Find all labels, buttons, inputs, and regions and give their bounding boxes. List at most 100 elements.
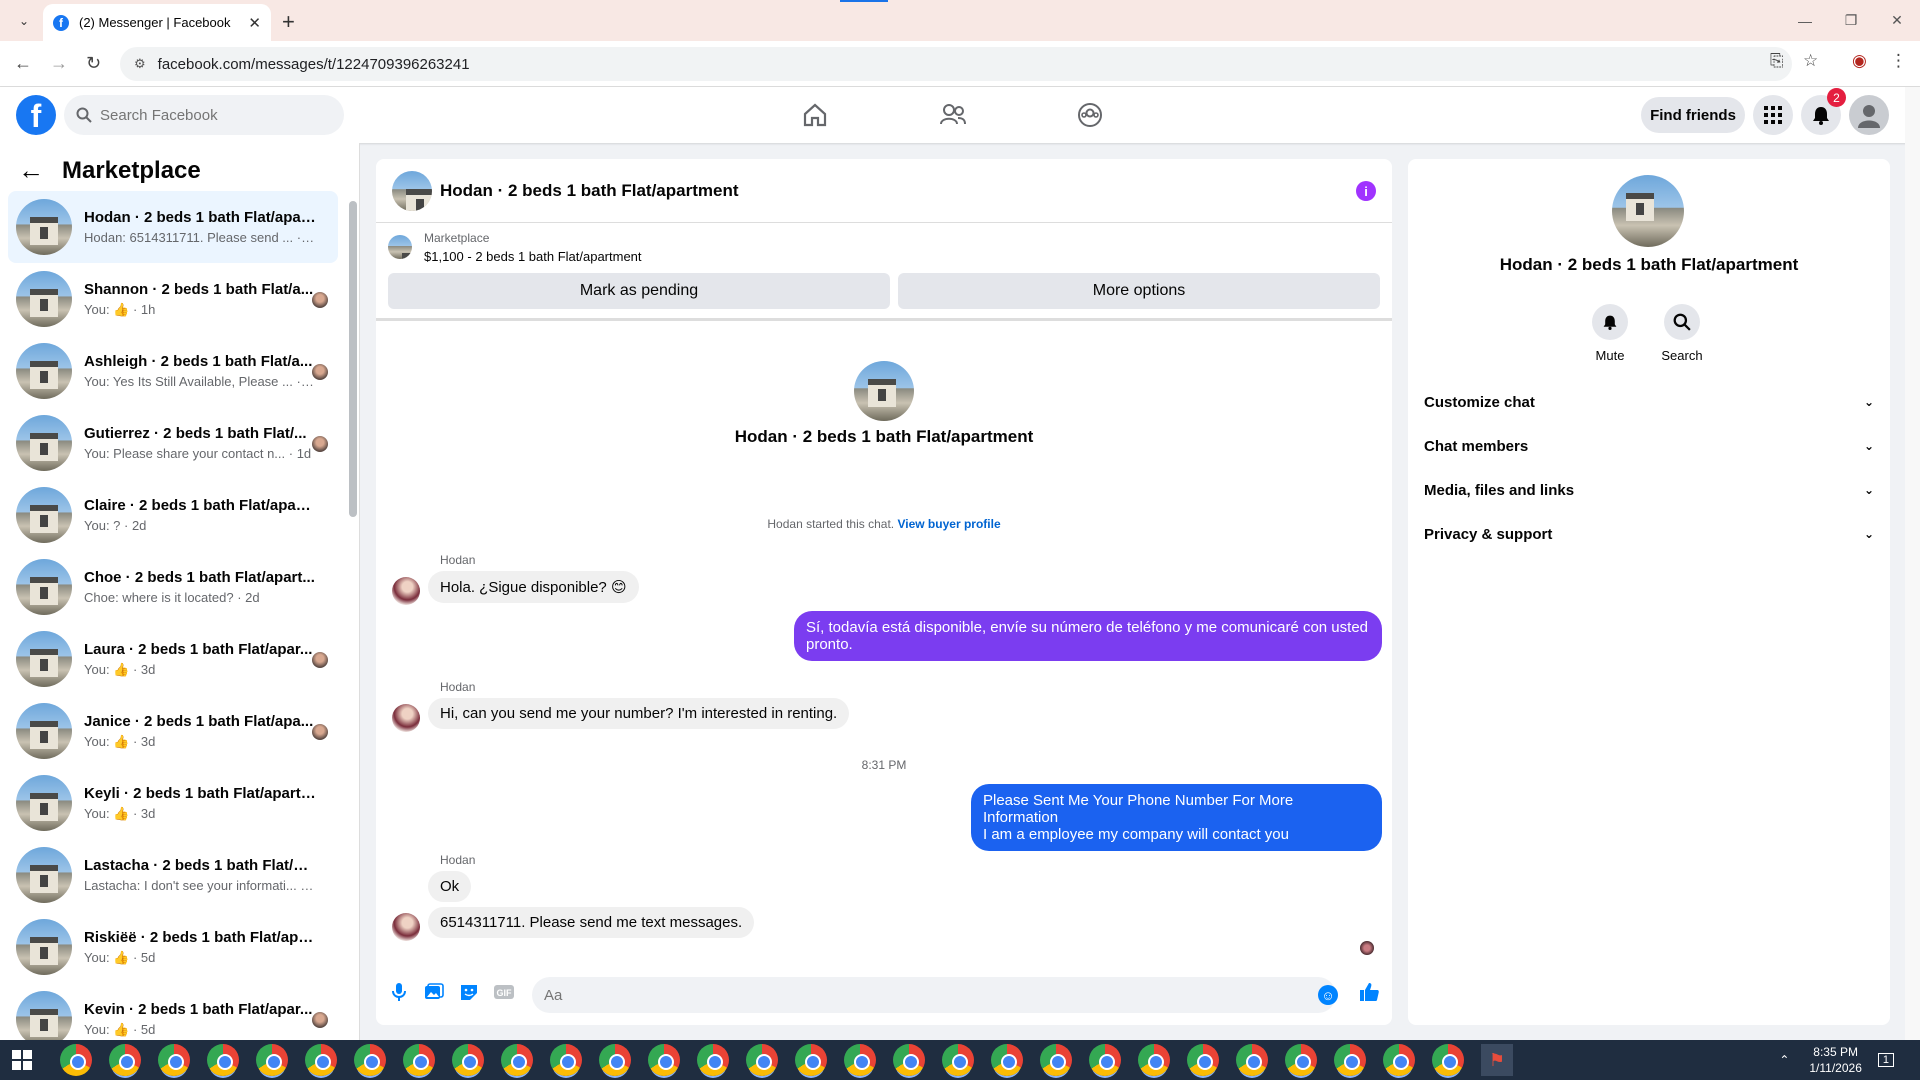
sticker-icon[interactable] <box>458 981 480 1003</box>
chat-list-item[interactable]: Riskiëë · 2 beds 1 bath Flat/apart... You… <box>8 911 338 983</box>
tab-search-chevron-icon[interactable]: ⌄ <box>12 10 36 32</box>
mute-action[interactable]: Mute <box>1580 304 1640 363</box>
chat-members-section[interactable]: Chat members ⌄ <box>1424 424 1874 468</box>
chrome-taskbar-icon[interactable] <box>1432 1044 1464 1076</box>
chrome-taskbar-icon[interactable] <box>844 1044 876 1076</box>
chat-list-item[interactable]: Keyli · 2 beds 1 bath Flat/apartm... You:… <box>8 767 338 839</box>
url-bar[interactable]: ⚙ facebook.com/messages/t/12247093962632… <box>120 47 1792 81</box>
emoji-icon[interactable]: ☺ <box>1318 985 1338 1005</box>
home-icon[interactable] <box>799 99 831 131</box>
tray-chevron-icon[interactable]: ⌃ <box>1779 1053 1789 1067</box>
info-icon[interactable]: i <box>1356 181 1376 201</box>
reload-icon[interactable]: ↻ <box>86 53 101 74</box>
groups-icon[interactable] <box>1074 99 1106 131</box>
mark-as-pending-button[interactable]: Mark as pending <box>388 273 890 309</box>
chrome-taskbar-icon[interactable] <box>942 1044 974 1076</box>
chrome-taskbar-icon[interactable] <box>256 1044 288 1076</box>
site-settings-icon[interactable]: ⚙ <box>134 56 146 72</box>
chat-list-item[interactable]: Lastacha · 2 beds 1 bath Flat/apa... Last… <box>8 839 338 911</box>
chrome-taskbar-icon[interactable] <box>501 1044 533 1076</box>
bookmark-star-icon[interactable]: ☆ <box>1803 51 1818 71</box>
account-avatar-icon[interactable] <box>1849 95 1889 135</box>
windows-start-icon[interactable] <box>12 1050 32 1070</box>
facebook-search-input[interactable] <box>100 106 320 124</box>
chrome-taskbar-icon[interactable] <box>305 1044 337 1076</box>
chrome-taskbar-icon[interactable] <box>746 1044 778 1076</box>
chrome-taskbar-icon[interactable] <box>1089 1044 1121 1076</box>
chat-list-item[interactable]: Choe · 2 beds 1 bath Flat/apart... Choe: … <box>8 551 338 623</box>
page-scrollbar[interactable] <box>1905 87 1920 1040</box>
restore-icon[interactable]: ❐ <box>1828 0 1874 41</box>
microphone-icon[interactable] <box>388 981 410 1003</box>
incoming-message[interactable]: Hi, can you send me your number? I'm int… <box>428 698 850 729</box>
more-options-button[interactable]: More options <box>898 273 1380 309</box>
chrome-taskbar-icon[interactable] <box>60 1044 92 1076</box>
sender-avatar[interactable] <box>392 577 420 605</box>
chrome-taskbar-icon[interactable] <box>1236 1044 1268 1076</box>
info-avatar[interactable] <box>1612 175 1684 247</box>
chat-list-item[interactable]: Janice · 2 beds 1 bath Flat/apa... You: 👍… <box>8 695 338 767</box>
chrome-taskbar-icon[interactable] <box>648 1044 680 1076</box>
back-icon[interactable]: ← <box>14 53 32 74</box>
customize-chat-section[interactable]: Customize chat ⌄ <box>1424 380 1874 424</box>
gif-icon[interactable]: GIF <box>493 981 515 1003</box>
message-input[interactable] <box>532 977 1336 1013</box>
photo-icon[interactable] <box>423 981 445 1003</box>
back-arrow-icon[interactable]: ← <box>18 155 44 186</box>
chat-list-item[interactable]: Shannon · 2 beds 1 bath Flat/a... You: 👍 … <box>8 263 338 335</box>
chrome-taskbar-icon[interactable] <box>452 1044 484 1076</box>
tab-close-icon[interactable]: ✕ <box>248 14 261 32</box>
friends-icon[interactable] <box>937 99 969 131</box>
conversation-title[interactable]: Hodan · 2 beds 1 bath Flat/apartment <box>440 181 739 201</box>
window-close-icon[interactable]: ✕ <box>1874 0 1920 41</box>
forward-icon[interactable]: → <box>50 53 68 74</box>
minimize-icon[interactable]: — <box>1782 0 1828 41</box>
chrome-taskbar-icon[interactable] <box>1285 1044 1317 1076</box>
chat-list-item[interactable]: Hodan · 2 beds 1 bath Flat/apart... Hodan… <box>8 191 338 263</box>
chrome-taskbar-icon[interactable] <box>550 1044 582 1076</box>
thumbs-up-icon[interactable] <box>1358 981 1380 1009</box>
sender-avatar[interactable] <box>392 704 420 732</box>
facebook-logo-icon[interactable]: f <box>16 95 56 135</box>
chrome-taskbar-icon[interactable] <box>991 1044 1023 1076</box>
install-app-icon[interactable]: ⎘ <box>1770 51 1784 71</box>
clock[interactable]: 8:35 PM 1/11/2026 <box>1809 1044 1862 1076</box>
chrome-taskbar-icon[interactable] <box>1383 1044 1415 1076</box>
incoming-message[interactable]: 6514311711. Please send me text messages… <box>428 907 755 938</box>
incoming-message[interactable]: Hola. ¿Sigue disponible? 😊 <box>428 571 639 603</box>
incoming-message[interactable]: Ok <box>428 871 472 902</box>
chrome-taskbar-icon[interactable] <box>599 1044 631 1076</box>
outgoing-message[interactable]: Please Sent Me Your Phone Number For Mor… <box>971 784 1382 851</box>
menu-grid-icon[interactable] <box>1753 95 1793 135</box>
chrome-taskbar-icon[interactable] <box>893 1044 925 1076</box>
profile-icon[interactable]: ◉ <box>1852 51 1867 71</box>
chrome-taskbar-icon[interactable] <box>1187 1044 1219 1076</box>
active-app-taskbar-icon[interactable]: ⚑ <box>1481 1044 1513 1076</box>
sender-avatar[interactable] <box>392 913 420 941</box>
conversation-avatar[interactable] <box>854 361 914 421</box>
find-friends-button[interactable]: Find friends <box>1641 97 1745 133</box>
chat-list-item[interactable]: Ashleigh · 2 beds 1 bath Flat/a... You: Y… <box>8 335 338 407</box>
new-tab-icon[interactable]: + <box>282 9 295 35</box>
chat-list-item[interactable]: Claire · 2 beds 1 bath Flat/apart... You:… <box>8 479 338 551</box>
listing-price-title[interactable]: $1,100 - 2 beds 1 bath Flat/apartment <box>424 249 642 264</box>
browser-tab[interactable]: f (2) Messenger | Facebook ✕ <box>43 4 271 41</box>
chrome-taskbar-icon[interactable] <box>1334 1044 1366 1076</box>
chrome-taskbar-icon[interactable] <box>354 1044 386 1076</box>
chat-list-item[interactable]: Laura · 2 beds 1 bath Flat/apar... You: 👍… <box>8 623 338 695</box>
browser-menu-icon[interactable]: ⋮ <box>1890 51 1907 71</box>
chat-list-item[interactable]: Gutierrez · 2 beds 1 bath Flat/... You: P… <box>8 407 338 479</box>
bell-icon[interactable] <box>1592 304 1628 340</box>
chrome-taskbar-icon[interactable] <box>207 1044 239 1076</box>
chat-list-scrollbar[interactable] <box>349 201 357 517</box>
search-action[interactable]: Search <box>1652 304 1712 363</box>
listing-thumbnail[interactable] <box>392 170 432 211</box>
chrome-taskbar-icon[interactable] <box>109 1044 141 1076</box>
outgoing-message[interactable]: Sí, todavía está disponible, envíe su nú… <box>794 611 1382 661</box>
facebook-search[interactable] <box>64 95 344 135</box>
listing-thumbnail-small[interactable] <box>388 235 412 259</box>
notification-center-icon[interactable]: 1 <box>1877 1053 1894 1067</box>
media-files-links-section[interactable]: Media, files and links ⌄ <box>1424 468 1874 512</box>
privacy-support-section[interactable]: Privacy & support ⌄ <box>1424 512 1874 556</box>
chrome-taskbar-icon[interactable] <box>697 1044 729 1076</box>
